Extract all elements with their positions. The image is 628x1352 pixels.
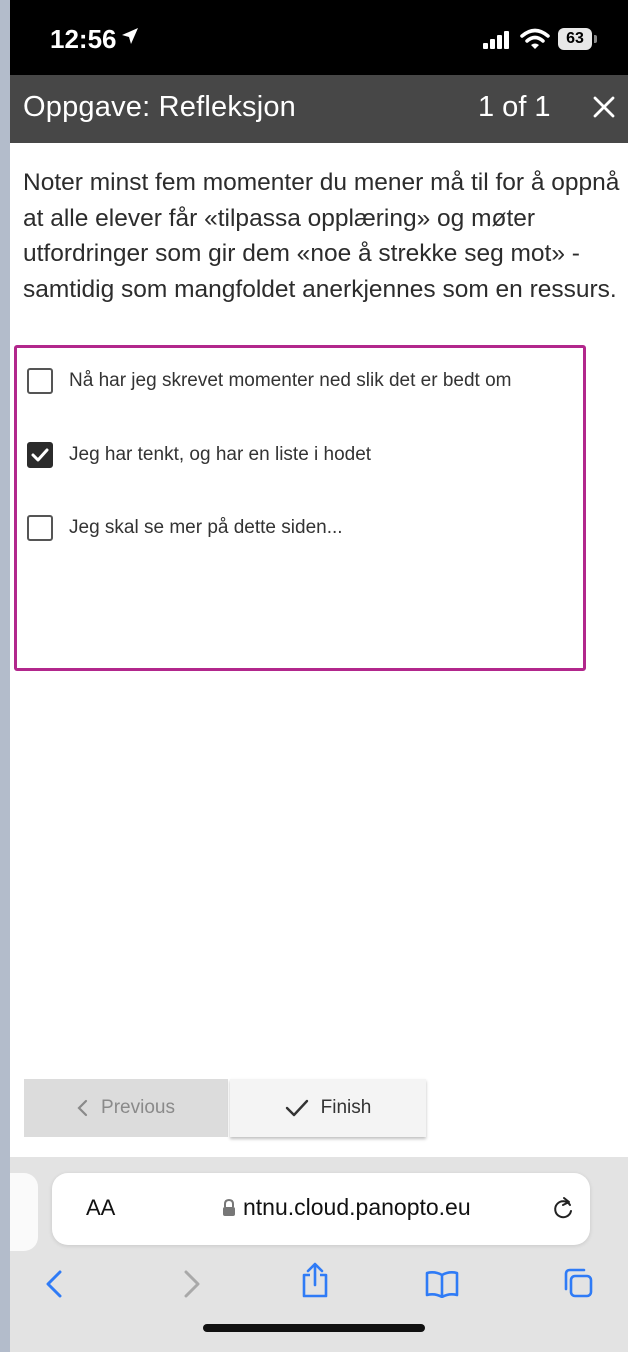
back-arrow-icon[interactable] xyxy=(44,1269,64,1304)
option-3[interactable]: Jeg skal se mer på dette siden... xyxy=(27,515,343,541)
close-icon[interactable] xyxy=(590,93,618,121)
status-bar: 12:56 63 xyxy=(10,0,628,75)
home-indicator[interactable] xyxy=(203,1324,425,1332)
share-icon[interactable] xyxy=(300,1261,330,1304)
option-1[interactable]: Nå har jeg skrevet momenter ned slik det… xyxy=(27,368,511,394)
url-text: ntnu.cloud.panopto.eu xyxy=(243,1194,471,1220)
checkbox-2[interactable] xyxy=(27,442,53,468)
battery-cap xyxy=(594,35,597,43)
text-size-button[interactable]: AA xyxy=(86,1195,115,1221)
reload-icon[interactable] xyxy=(550,1195,576,1226)
options-highlight-box: Nå har jeg skrevet momenter ned slik det… xyxy=(14,345,586,671)
previous-tab-peek[interactable] xyxy=(10,1173,38,1251)
previous-button[interactable]: Previous xyxy=(24,1079,228,1137)
checkbox-3[interactable] xyxy=(27,515,53,541)
bookmarks-icon[interactable] xyxy=(424,1270,460,1303)
address-bar[interactable]: AA ntnu.cloud.panopto.eu xyxy=(52,1173,590,1245)
checkbox-1[interactable] xyxy=(27,368,53,394)
option-label-1: Nå har jeg skrevet momenter ned slik det… xyxy=(69,370,512,391)
location-arrow-icon xyxy=(120,26,140,51)
checkmark-icon xyxy=(31,448,49,462)
browser-toolbar: AA ntnu.cloud.panopto.eu xyxy=(10,1157,628,1352)
cellular-signal-icon xyxy=(483,31,511,54)
option-2[interactable]: Jeg har tenkt, og har en liste i hodet xyxy=(27,442,371,468)
chevron-left-icon xyxy=(77,1099,89,1117)
question-text: Noter minst fem momenter du mener må til… xyxy=(23,169,620,303)
page-title: Oppgave: Refleksjon xyxy=(23,91,297,123)
status-time: 12:56 xyxy=(50,24,117,54)
phone-screen: 12:56 63 Oppgave: Refleksjon 1 of 1 Note… xyxy=(10,0,628,1352)
wifi-icon xyxy=(520,28,550,55)
lock-icon xyxy=(222,1198,236,1222)
battery-level: 63 xyxy=(558,28,592,50)
forward-arrow-icon[interactable] xyxy=(182,1269,202,1304)
previous-label: Previous xyxy=(101,1097,175,1118)
option-label-3: Jeg skal se mer på dette siden... xyxy=(69,517,343,538)
option-label-2: Jeg har tenkt, og har en liste i hodet xyxy=(69,444,372,465)
question-counter: 1 of 1 xyxy=(478,91,551,123)
app-header: Oppgave: Refleksjon 1 of 1 xyxy=(10,75,628,143)
tabs-icon[interactable] xyxy=(562,1267,594,1304)
finish-label: Finish xyxy=(320,1097,372,1118)
finish-button[interactable]: Finish xyxy=(230,1079,426,1137)
check-icon xyxy=(285,1098,309,1118)
